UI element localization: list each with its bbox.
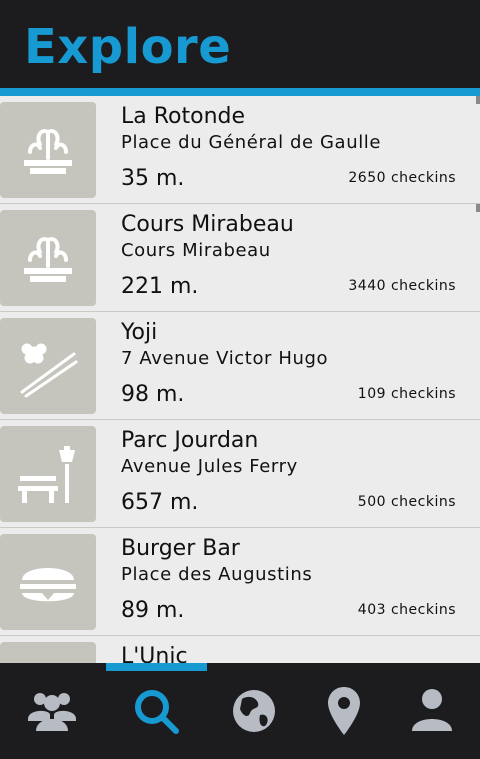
place-address: Cours Mirabeau — [121, 240, 271, 261]
place-item[interactable]: Burger Bar Place des Augustins 89 m. 403… — [0, 528, 480, 636]
bottom-tab-bar — [0, 663, 480, 759]
header-accent-bar — [0, 88, 480, 96]
people-icon — [28, 693, 76, 731]
place-item[interactable]: La Rotonde Place du Général de Gaulle 35… — [0, 96, 480, 204]
place-name: Burger Bar — [121, 536, 240, 561]
place-thumbnail — [0, 318, 96, 414]
map-pin-icon — [328, 687, 360, 735]
place-address: Avenue Jules Ferry — [121, 456, 298, 477]
app-header: Explore — [0, 0, 480, 88]
place-address: Place des Augustins — [121, 564, 313, 585]
place-name: La Rotonde — [121, 104, 246, 129]
place-name: L'Unic — [121, 644, 188, 663]
place-checkins: 109 checkins — [357, 386, 456, 402]
tab-search[interactable] — [108, 663, 204, 759]
place-thumbnail — [0, 642, 96, 663]
burger-icon — [20, 568, 76, 602]
place-name: Yoji — [121, 320, 158, 345]
place-thumbnail — [0, 102, 96, 198]
page-title: Explore — [24, 19, 232, 75]
place-thumbnail — [0, 534, 96, 630]
globe-icon — [233, 690, 275, 732]
place-thumbnail — [0, 210, 96, 306]
search-icon — [135, 690, 179, 734]
place-address: 7 Avenue Victor Hugo — [121, 348, 329, 369]
place-item[interactable]: Parc Jourdan Avenue Jules Ferry 657 m. 5… — [0, 420, 480, 528]
tab-places[interactable] — [296, 663, 392, 759]
tab-people[interactable] — [4, 663, 100, 759]
place-checkins: 500 checkins — [357, 494, 456, 510]
place-thumbnail — [0, 426, 96, 522]
tab-globe[interactable] — [206, 663, 302, 759]
place-item[interactable]: L'Unic — [0, 636, 480, 663]
sushi-icon — [20, 343, 78, 398]
park-icon — [18, 446, 75, 503]
place-name: Parc Jourdan — [121, 428, 259, 453]
tab-profile[interactable] — [384, 663, 480, 759]
place-distance: 35 m. — [121, 166, 185, 191]
fountain-icon — [24, 129, 72, 174]
place-name: Cours Mirabeau — [121, 212, 294, 237]
place-item[interactable]: Yoji 7 Avenue Victor Hugo 98 m. 109 chec… — [0, 312, 480, 420]
place-address: Place du Général de Gaulle — [121, 132, 382, 153]
place-checkins: 2650 checkins — [348, 170, 456, 186]
place-distance: 657 m. — [121, 490, 199, 515]
place-checkins: 403 checkins — [357, 602, 456, 618]
place-distance: 221 m. — [121, 274, 199, 299]
place-item[interactable]: Cours Mirabeau Cours Mirabeau 221 m. 344… — [0, 204, 480, 312]
places-list[interactable]: La Rotonde Place du Général de Gaulle 35… — [0, 96, 480, 663]
scroll-marker — [476, 96, 480, 104]
fountain-icon — [24, 237, 72, 282]
scroll-marker — [476, 204, 480, 212]
place-distance: 89 m. — [121, 598, 185, 623]
place-distance: 98 m. — [121, 382, 185, 407]
place-checkins: 3440 checkins — [348, 278, 456, 294]
user-icon — [412, 689, 452, 731]
